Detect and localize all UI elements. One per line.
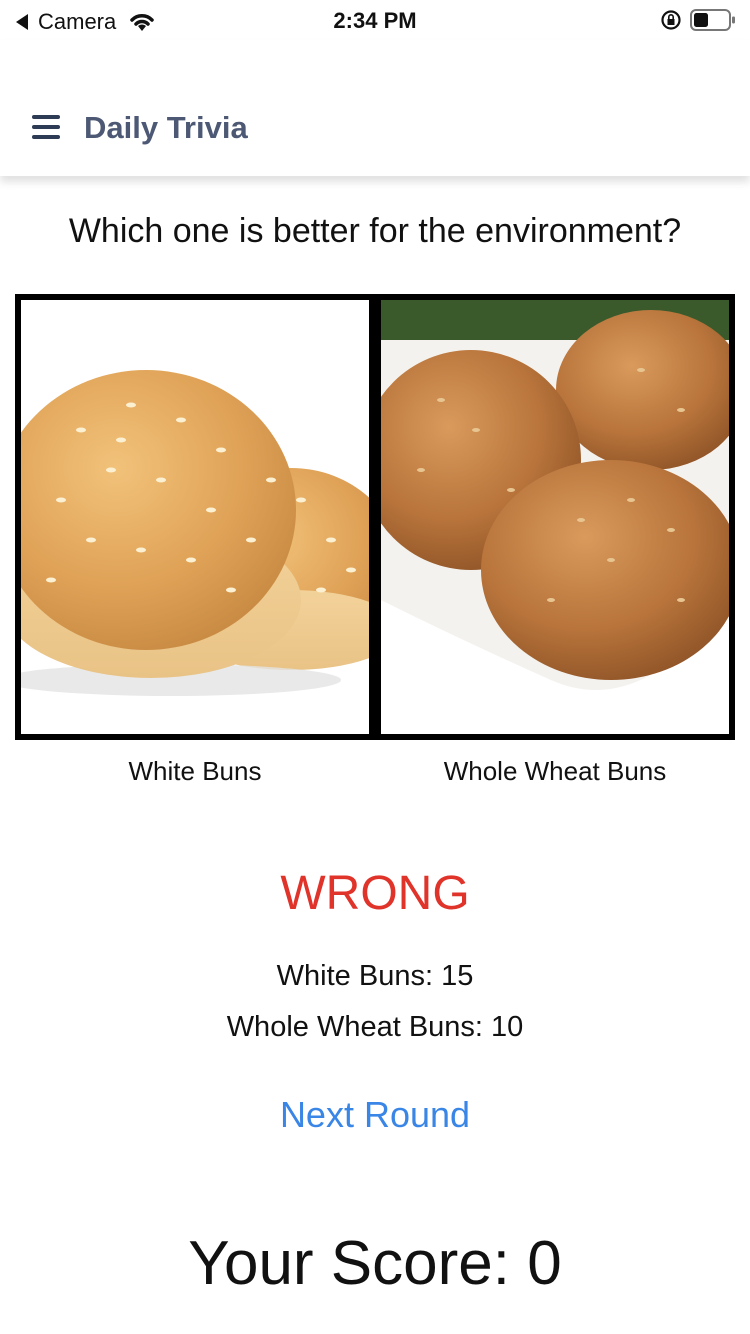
choices-frame (15, 294, 735, 740)
next-round-button[interactable]: Next Round (0, 1094, 750, 1136)
app-title: Daily Trivia (84, 110, 248, 145)
orientation-lock-icon (661, 10, 681, 30)
menu-icon[interactable] (32, 115, 60, 139)
status-bar: Camera 2:34 PM (0, 0, 750, 40)
question-text: Which one is better for the environment? (68, 212, 682, 250)
whole-wheat-buns-image[interactable] (381, 300, 729, 734)
score-display: Your Score: 0 (188, 1229, 562, 1298)
status-time: 2:34 PM (333, 8, 417, 33)
result-text: WRONG (280, 867, 470, 920)
white-buns-image[interactable] (21, 300, 369, 734)
choice-label-white-buns: White Buns (128, 756, 262, 786)
vote-count-white-buns: White Buns: 15 (276, 960, 474, 992)
app-header: Daily Trivia (0, 40, 750, 176)
vote-count-whole-wheat-buns: Whole Wheat Buns: 10 (226, 1011, 524, 1043)
choice-label-whole-wheat-buns: Whole Wheat Buns (443, 756, 667, 786)
battery-icon (690, 9, 735, 31)
